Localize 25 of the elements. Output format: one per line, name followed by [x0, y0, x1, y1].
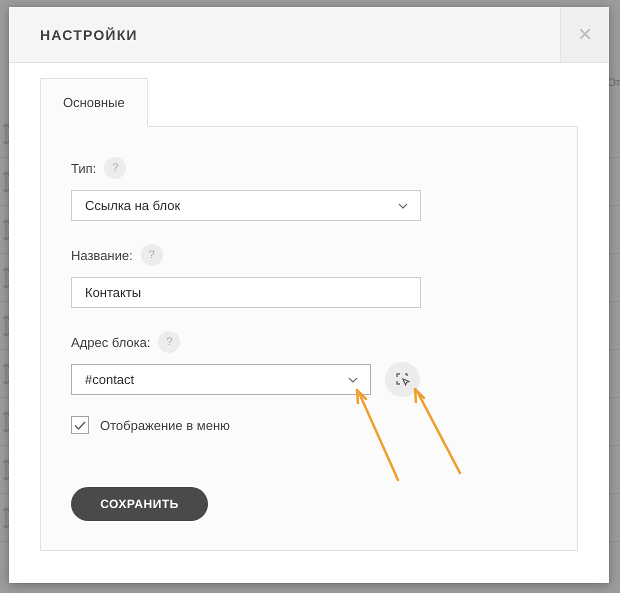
resize-arrow-icon: [2, 218, 10, 240]
resize-arrow-icon: [2, 170, 10, 192]
chevron-icon: [348, 376, 358, 382]
resize-arrow-icon: [2, 410, 10, 432]
resize-arrow-icon: [2, 362, 10, 384]
checkbox-label: Отображение в меню: [100, 418, 230, 432]
resize-arrow-icon: [2, 266, 10, 288]
pick-element-button[interactable]: [385, 362, 420, 397]
cursor-select-icon: [396, 373, 410, 386]
chevron-icon: [398, 202, 408, 208]
field-label: Адрес блока:: [71, 334, 150, 350]
select-field[interactable]: #contact: [71, 364, 371, 395]
checkbox[interactable]: [71, 416, 89, 434]
checkmark-icon: [74, 420, 86, 430]
resize-arrow-icon: [2, 122, 10, 144]
input-field[interactable]: Контакты: [71, 277, 421, 308]
resize-arrow-icon: [2, 458, 10, 480]
save-button[interactable]: СОХРАНИТЬ: [71, 487, 208, 521]
resize-arrow-icon: [2, 314, 10, 336]
tab[interactable]: Основные: [40, 78, 148, 127]
resize-arrow-icon: [2, 506, 10, 528]
field-label: Название:: [71, 248, 133, 262]
field-label: Тип:: [71, 160, 96, 176]
dialog-title: НАСТРОЙКИ: [39, 26, 139, 42]
select-field[interactable]: Ссылка на блок: [71, 190, 421, 221]
